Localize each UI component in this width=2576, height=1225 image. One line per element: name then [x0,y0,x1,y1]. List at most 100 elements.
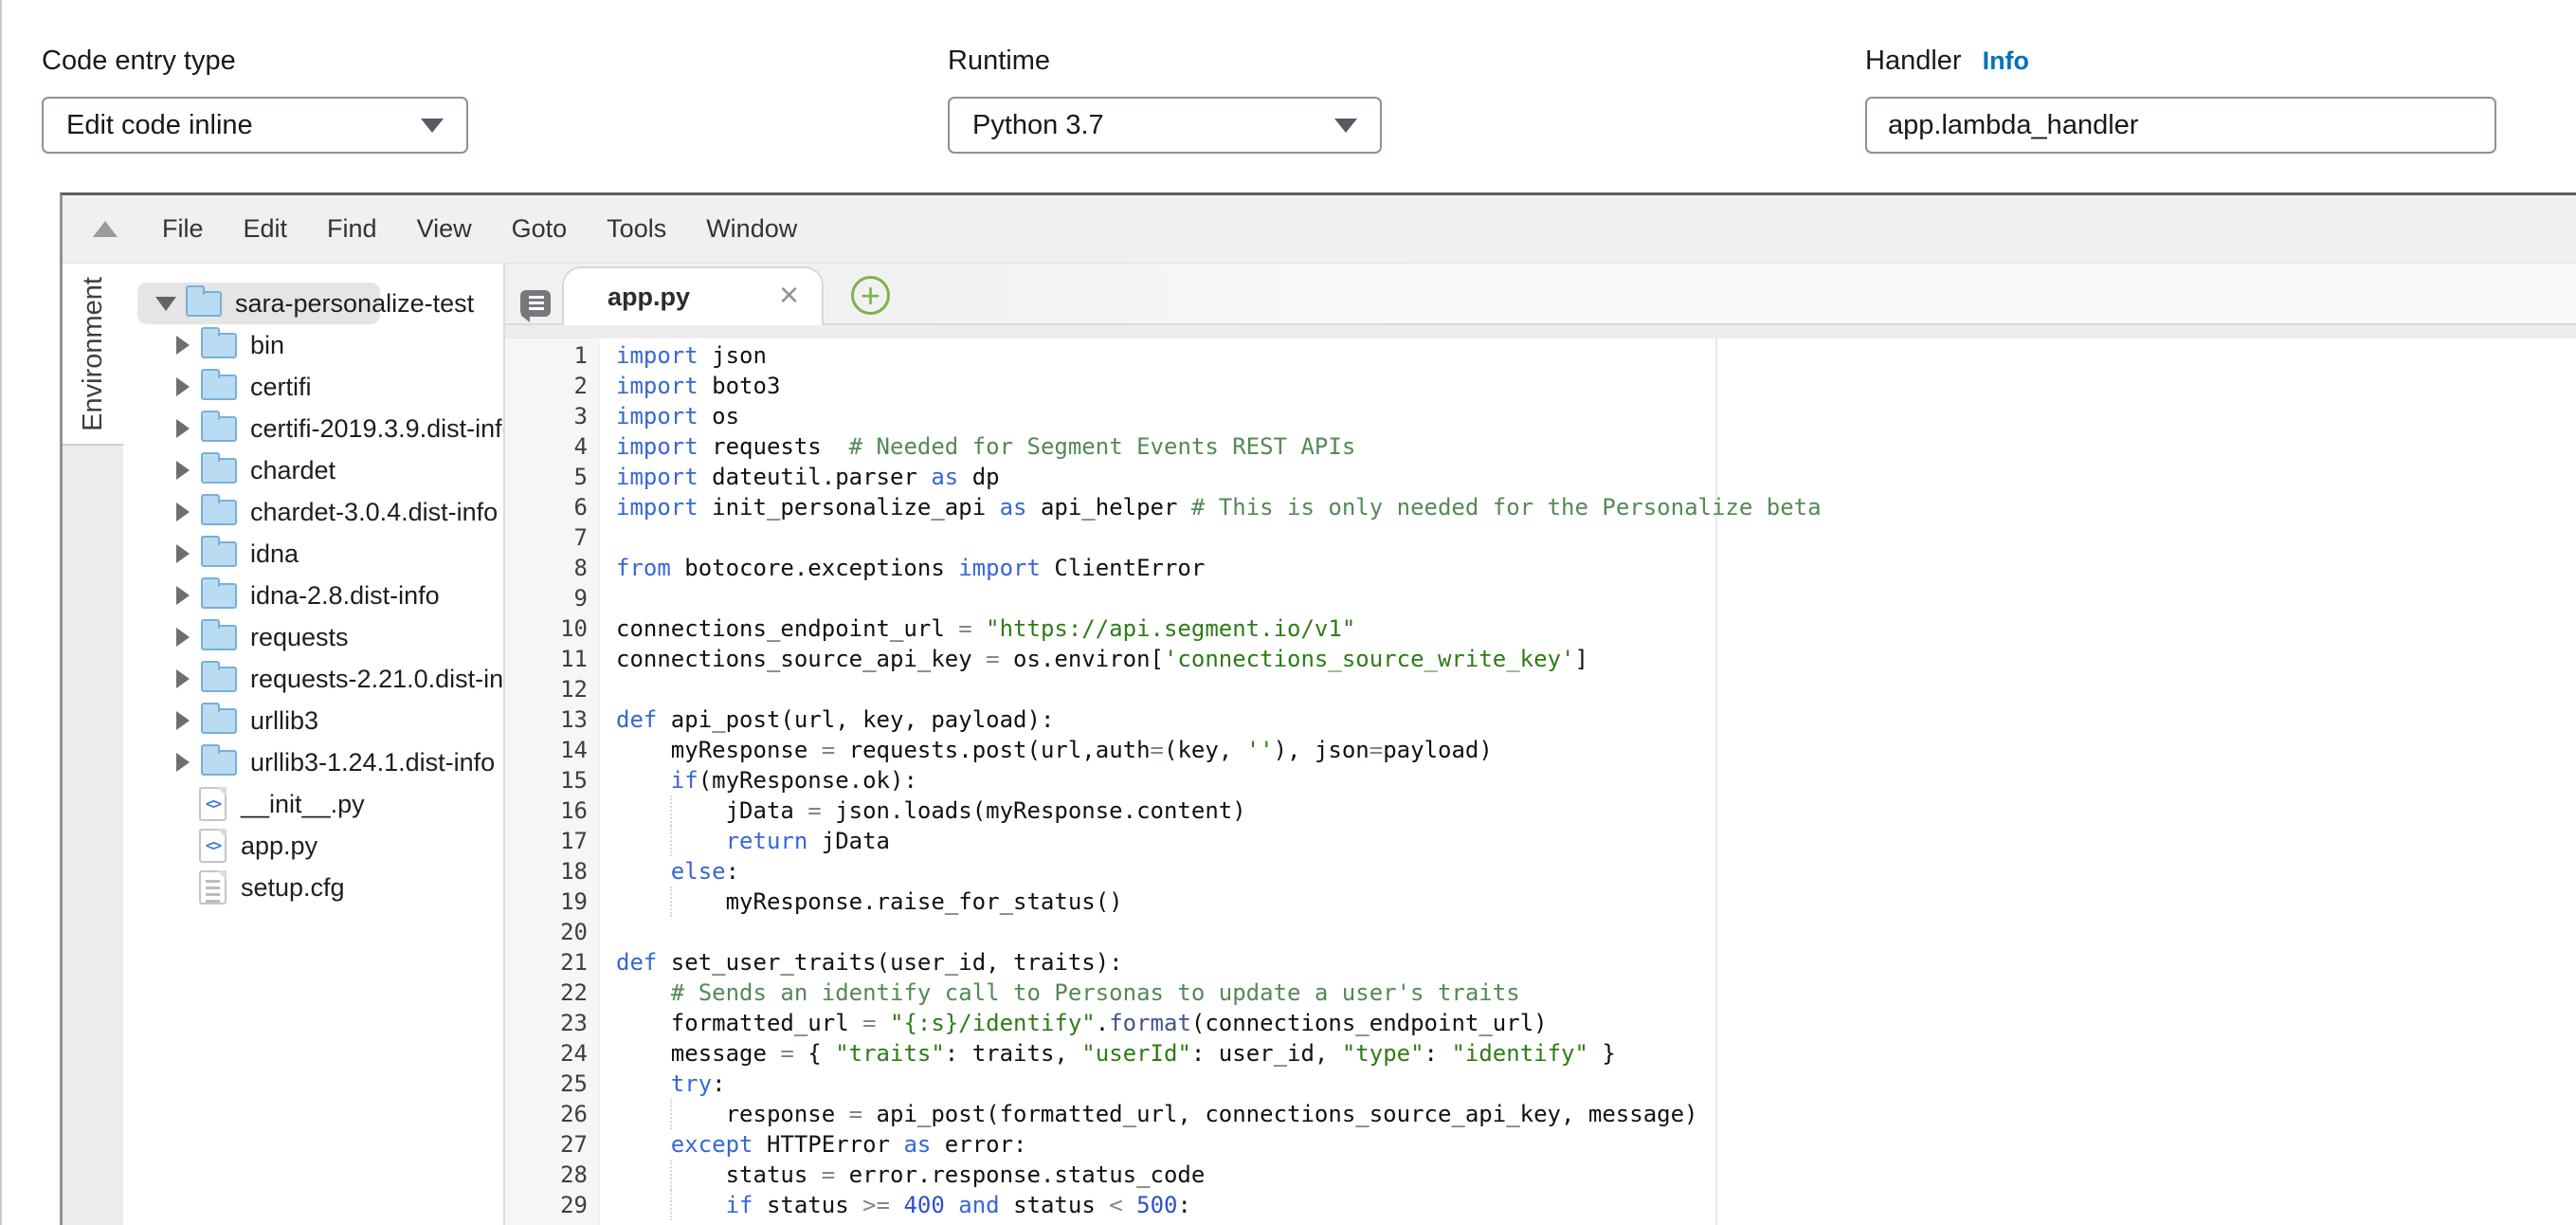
chevron-collapsed-icon[interactable] [176,711,190,730]
menu-item-view[interactable]: View [397,214,492,244]
runtime-select[interactable]: Python 3.7 [948,97,1382,154]
code-line[interactable]: 9 [505,583,2576,613]
tree-item-chardet-3-0-4-dist-info[interactable]: chardet-3.0.4.dist-info [123,491,503,533]
menu-item-goto[interactable]: Goto [492,214,588,244]
line-number[interactable]: 21 [505,947,588,978]
line-number[interactable]: 15 [505,765,588,795]
chevron-collapsed-icon[interactable] [176,669,190,688]
code-line[interactable]: 28 status = error.response.status_code [505,1160,2576,1190]
chevron-collapsed-icon[interactable] [176,461,190,480]
line-number[interactable]: 4 [505,431,588,462]
tab-app-py[interactable]: app.py × [562,266,824,325]
code-line[interactable]: 3import os [505,401,2576,431]
menu-item-find[interactable]: Find [307,214,397,244]
chevron-collapsed-icon[interactable] [176,419,190,438]
code-line[interactable]: 20 [505,917,2576,947]
menu-item-file[interactable]: File [142,214,224,244]
tree-item-certifi-2019-3-9-dist-info[interactable]: certifi-2019.3.9.dist-info [123,408,503,449]
close-icon[interactable]: × [779,278,799,312]
handler-info-link[interactable]: Info [1983,46,2029,76]
line-number[interactable]: 16 [505,795,588,826]
code-line[interactable]: 1import json [505,340,2576,371]
line-number[interactable]: 19 [505,887,588,917]
line-number[interactable]: 8 [505,553,588,583]
code-line[interactable]: 15 if(myResponse.ok): [505,765,2576,795]
line-number[interactable]: 5 [505,462,588,492]
line-number[interactable]: 24 [505,1038,588,1069]
code-line[interactable]: 4import requests # Needed for Segment Ev… [505,431,2576,462]
code-line[interactable]: 11connections_source_api_key = os.enviro… [505,644,2576,674]
code-line[interactable]: 22 # Sends an identify call to Personas … [505,978,2576,1008]
code-line[interactable]: 5import dateutil.parser as dp [505,462,2576,492]
code-line[interactable]: 23 formatted_url = "{:s}/identify".forma… [505,1008,2576,1038]
line-number[interactable]: 2 [505,371,588,401]
tree-item-urllib3-1-24-1-dist-info[interactable]: urllib3-1.24.1.dist-info [123,741,503,783]
chevron-expanded-icon[interactable] [155,297,176,311]
tab-list-icon[interactable] [520,290,551,317]
line-number[interactable]: 20 [505,917,588,947]
code-line[interactable]: 14 myResponse = requests.post(url,auth=(… [505,735,2576,765]
code-line[interactable]: 13def api_post(url, key, payload): [505,704,2576,735]
line-number[interactable]: 12 [505,674,588,704]
line-number[interactable]: 14 [505,735,588,765]
chevron-collapsed-icon[interactable] [176,628,190,647]
code-line[interactable]: 26 response = api_post(formatted_url, co… [505,1099,2576,1129]
line-number[interactable]: 28 [505,1160,588,1190]
line-number[interactable]: 29 [505,1190,588,1220]
line-number[interactable]: 7 [505,522,588,553]
line-number[interactable]: 25 [505,1069,588,1099]
tab-environment[interactable]: Environment [63,264,123,446]
new-tab-button[interactable]: + [851,276,890,315]
tree-item-bin[interactable]: bin [123,324,503,366]
code-line[interactable]: 27 except HTTPError as error: [505,1129,2576,1160]
code-line[interactable]: 2import boto3 [505,371,2576,401]
chevron-collapsed-icon[interactable] [176,586,190,605]
code-line[interactable]: 6import init_personalize_api as api_help… [505,492,2576,522]
tree-item--init-py[interactable]: <>__init__.py [123,783,503,825]
code-line[interactable]: 12 [505,674,2576,704]
line-number[interactable]: 9 [505,583,588,613]
chevron-collapsed-icon[interactable] [176,544,190,563]
tree-item-setup-cfg[interactable]: setup.cfg [123,867,503,908]
code-line[interactable]: 17 return jData [505,826,2576,856]
line-number[interactable]: 17 [505,826,588,856]
code-entry-type-select[interactable]: Edit code inline [42,97,468,154]
code-line[interactable]: 25 try: [505,1069,2576,1099]
tree-item-chardet[interactable]: chardet [123,449,503,491]
line-number[interactable]: 1 [505,340,588,371]
code-line[interactable]: 19 myResponse.raise_for_status() [505,887,2576,917]
chevron-collapsed-icon[interactable] [176,377,190,396]
tree-item-urllib3[interactable]: urllib3 [123,700,503,741]
line-number[interactable]: 13 [505,704,588,735]
tree-item-sara-personalize-test[interactable]: sara-personalize-test [123,283,503,324]
code-line[interactable]: 21def set_user_traits(user_id, traits): [505,947,2576,978]
tree-item-certifi[interactable]: certifi [123,366,503,408]
tree-item-app-py[interactable]: <>app.py [123,825,503,867]
code-line[interactable]: 10connections_endpoint_url = "https://ap… [505,613,2576,644]
menu-item-tools[interactable]: Tools [587,214,686,244]
chevron-collapsed-icon[interactable] [176,503,190,521]
tree-item-idna[interactable]: idna [123,533,503,575]
line-number[interactable]: 11 [505,644,588,674]
code-line[interactable]: 16 jData = json.loads(myResponse.content… [505,795,2576,826]
tree-item-requests-2-21-0-dist-info[interactable]: requests-2.21.0.dist-info [123,658,503,700]
line-number[interactable]: 23 [505,1008,588,1038]
code-editor[interactable]: 1import json2import boto33import os4impo… [505,338,2576,1225]
code-line[interactable]: 8from botocore.exceptions import ClientE… [505,553,2576,583]
tree-item-requests[interactable]: requests [123,616,503,658]
handler-input[interactable] [1865,97,2496,154]
menu-item-edit[interactable]: Edit [224,214,308,244]
chevron-collapsed-icon[interactable] [176,336,190,355]
line-number[interactable]: 3 [505,401,588,431]
line-number[interactable]: 27 [505,1129,588,1160]
line-number[interactable]: 6 [505,492,588,522]
menu-item-window[interactable]: Window [686,214,817,244]
line-number[interactable]: 26 [505,1099,588,1129]
code-line[interactable]: 18 else: [505,856,2576,887]
tree-item-idna-2-8-dist-info[interactable]: idna-2.8.dist-info [123,575,503,616]
line-number[interactable]: 18 [505,856,588,887]
code-line[interactable]: 29 if status >= 400 and status < 500: [505,1190,2576,1220]
line-number[interactable]: 10 [505,613,588,644]
code-line[interactable]: 24 message = { "traits": traits, "userId… [505,1038,2576,1069]
chevron-collapsed-icon[interactable] [176,753,190,772]
